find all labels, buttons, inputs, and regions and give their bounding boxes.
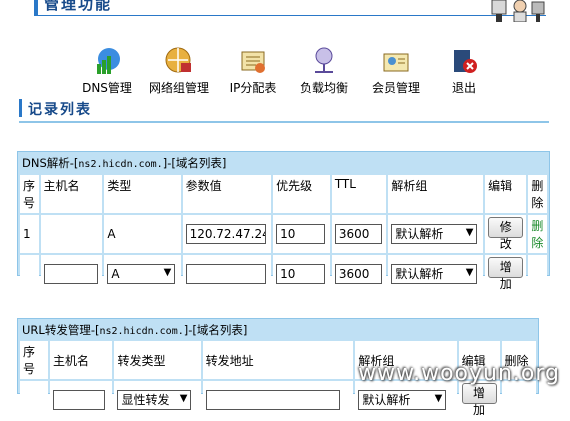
- col-value: 参数值: [182, 175, 272, 213]
- new-group-select[interactable]: 默认解析 ▼: [391, 264, 478, 284]
- url-add-button[interactable]: 增加: [461, 383, 497, 417]
- new-type-select[interactable]: A ▼: [107, 264, 176, 284]
- col-priority: 优先级: [273, 175, 330, 213]
- toolbar-network-group[interactable]: 网络组管理: [146, 46, 212, 98]
- record-group-select[interactable]: 默认解析 ▼: [391, 224, 478, 244]
- dns-header-row: 序号 主机名 类型 参数值 优先级 TTL 解析组 编辑 删除: [20, 175, 547, 213]
- col-delete: 删除: [528, 175, 547, 213]
- toolbar-dns[interactable]: DNS管理: [82, 46, 132, 98]
- dns-domain-list-link[interactable]: 域名列表: [176, 156, 222, 170]
- globe-lock-icon: [165, 47, 191, 73]
- col-group: 解析组: [388, 175, 484, 213]
- toolbar-dns-label: DNS管理: [82, 81, 132, 95]
- new-ttl-input[interactable]: 3600: [334, 264, 382, 284]
- url-title-suffix: ]: [242, 323, 248, 337]
- toolbar-members[interactable]: 会员管理: [368, 46, 424, 98]
- url-group-select[interactable]: 默认解析 ▼: [358, 390, 447, 410]
- header-accent: [34, 0, 38, 15]
- record-value-input[interactable]: 120.72.47.240: [185, 224, 266, 244]
- new-group-value: 默认解析: [395, 267, 444, 281]
- col-edit: 编辑: [485, 175, 527, 213]
- edit-button[interactable]: 修改: [488, 217, 524, 251]
- forward-address-input[interactable]: [205, 390, 340, 410]
- col-type: 类型: [104, 175, 181, 213]
- col-ttl: TTL: [331, 175, 387, 213]
- url-new-delete: [501, 381, 536, 419]
- new-type-value: A: [111, 267, 120, 281]
- dropdown-arrow-icon: ▼: [434, 393, 443, 404]
- toolbar-load-balance-label: 负载均衡: [299, 81, 348, 95]
- list-document-icon: [241, 51, 265, 73]
- record-type: A: [104, 215, 181, 253]
- record-index: 1: [20, 215, 39, 253]
- header-divider: [34, 15, 546, 16]
- url-new-row: 显性转发 ▼ 默认解析 ▼ 增加: [20, 381, 536, 419]
- dns-title-suffix: ]: [221, 156, 227, 170]
- dns-panel-title: DNS解析-[ns2.hicdn.com.]-[域名列表]: [22, 155, 226, 171]
- dns-title-prefix: DNS解析-[: [22, 156, 79, 170]
- toolbar-load-balance[interactable]: 负载均衡: [296, 46, 352, 98]
- new-value-input[interactable]: [185, 264, 266, 284]
- new-record-row: A ▼ 10 3600 默认解析 ▼ 增加: [20, 255, 547, 293]
- bar-chart-icon: [97, 48, 120, 74]
- url-domain: ns2.hicdn.com.: [99, 326, 184, 337]
- dropdown-arrow-icon: ▼: [163, 267, 172, 278]
- dropdown-arrow-icon: ▼: [465, 267, 474, 278]
- toolbar-network-group-label: 网络组管理: [148, 81, 209, 95]
- toolbar-ip-table-label: IP分配表: [229, 81, 277, 95]
- url-col-address: 转发地址: [202, 341, 354, 379]
- network-balance-icon: [315, 47, 333, 73]
- new-index: [20, 255, 39, 293]
- header-title: 管理功能: [44, 0, 113, 13]
- url-title-mid: ]-[: [183, 323, 197, 337]
- dropdown-arrow-icon: ▼: [179, 393, 188, 404]
- section-divider: [19, 121, 549, 123]
- url-host-input[interactable]: [53, 390, 105, 410]
- mascot-icon: [491, 0, 545, 22]
- add-button[interactable]: 增加: [488, 257, 524, 291]
- url-col-forward-type: 转发类型: [114, 341, 201, 379]
- dns-table: 序号 主机名 类型 参数值 优先级 TTL 解析组 编辑 删除 1 A 120.…: [18, 173, 549, 295]
- url-col-index: 序号: [20, 341, 48, 379]
- member-card-icon: [383, 53, 409, 72]
- url-group-value: 默认解析: [362, 393, 411, 407]
- record-host: [40, 215, 103, 253]
- toolbar-members-label: 会员管理: [371, 81, 420, 95]
- record-priority-input[interactable]: 10: [276, 224, 326, 244]
- toolbar-logout[interactable]: 退出: [446, 46, 482, 98]
- new-delete: [528, 255, 547, 293]
- delete-link[interactable]: 删除: [528, 215, 547, 253]
- forward-type-value: 显性转发: [121, 393, 170, 407]
- col-host: 主机名: [40, 175, 103, 213]
- new-priority-input[interactable]: 10: [276, 264, 326, 284]
- col-index: 序号: [20, 175, 39, 213]
- section-accent: [19, 99, 22, 117]
- new-host-input[interactable]: [43, 264, 98, 284]
- dns-title-mid: ]-[: [162, 156, 176, 170]
- url-panel-title: URL转发管理-[ns2.hicdn.com.]-[域名列表]: [22, 322, 247, 338]
- watermark: www.wooyun.org: [358, 361, 560, 386]
- url-domain-list-link[interactable]: 域名列表: [197, 323, 243, 337]
- dns-domain: ns2.hicdn.com.: [78, 159, 163, 170]
- url-title-prefix: URL转发管理-[: [22, 323, 100, 337]
- logout-icon: [454, 50, 477, 73]
- dropdown-arrow-icon: ▼: [465, 227, 474, 238]
- toolbar-logout-label: 退出: [451, 81, 476, 95]
- record-ttl-input[interactable]: 3600: [334, 224, 382, 244]
- section-title: 记录列表: [28, 102, 92, 118]
- toolbar-ip-table[interactable]: IP分配表: [225, 46, 281, 98]
- table-row: 1 A 120.72.47.240 10 3600 默认解析 ▼ 修改 删除: [20, 215, 547, 253]
- record-group-value: 默认解析: [395, 227, 444, 241]
- url-col-host: 主机名: [50, 341, 113, 379]
- forward-type-select[interactable]: 显性转发 ▼: [117, 390, 192, 410]
- url-new-index: [20, 381, 48, 419]
- dns-panel: DNS解析-[ns2.hicdn.com.]-[域名列表] 序号 主机名 类型 …: [17, 151, 550, 293]
